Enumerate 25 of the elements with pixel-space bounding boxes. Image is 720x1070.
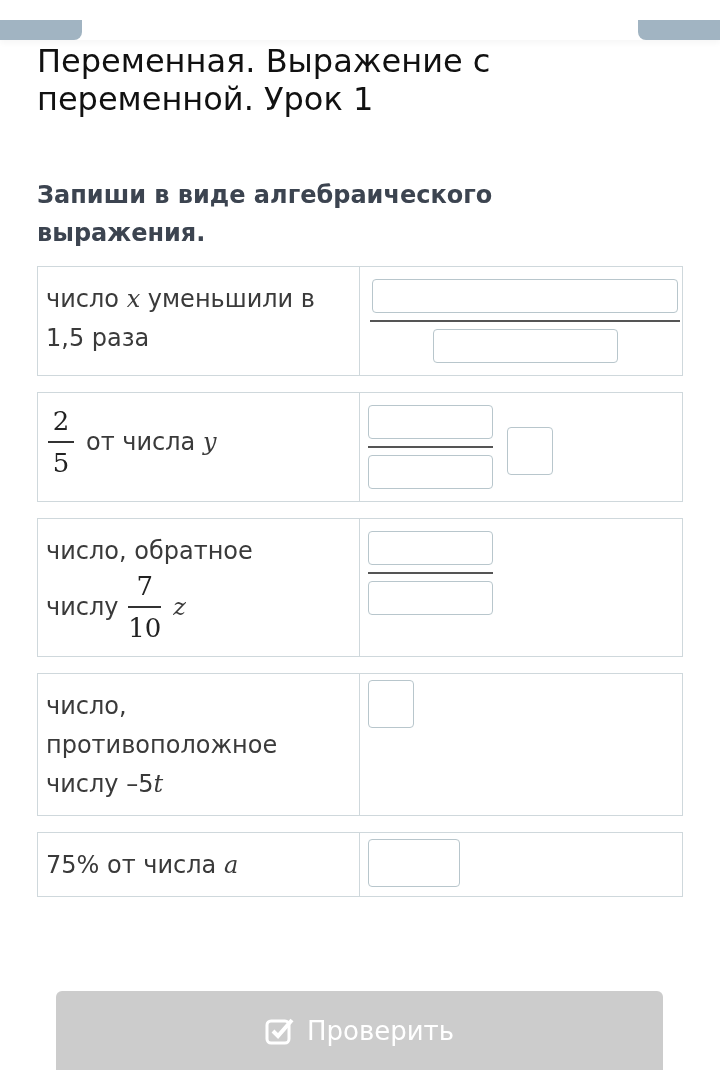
task-instruction: Запиши в виде алгебраического выражения. xyxy=(37,180,494,249)
task-text: z xyxy=(173,593,186,621)
checkbox-icon xyxy=(264,1016,295,1045)
task-text: число, обратное xyxy=(46,537,253,565)
answer-box[interactable] xyxy=(368,581,493,615)
task-text: числу xyxy=(46,593,119,621)
answer-box[interactable] xyxy=(368,531,493,565)
nav-button[interactable] xyxy=(638,20,720,40)
fraction-numerator: 2 xyxy=(52,405,70,437)
fraction-numerator: 7 xyxy=(136,570,153,602)
answer-box[interactable] xyxy=(432,329,618,363)
answer-box[interactable] xyxy=(372,279,678,313)
fraction-denominator: 10 xyxy=(128,612,162,644)
fraction-denominator: 5 xyxy=(52,447,70,479)
answer-box[interactable] xyxy=(368,839,460,887)
answer-box[interactable] xyxy=(368,455,493,489)
lesson-title: Переменная. Выражение с переменной. Урок 1 xyxy=(37,42,492,118)
task-text: число x уменьшили в 1,5 раза xyxy=(46,285,315,352)
answer-box[interactable] xyxy=(368,680,414,728)
task-text: число, противоположное числу –5t xyxy=(46,692,278,798)
task-text: 75% от числа a xyxy=(46,851,239,879)
answer-box[interactable] xyxy=(507,427,553,475)
task-text: от числа y xyxy=(86,428,217,456)
nav-button[interactable] xyxy=(0,20,82,40)
answer-box[interactable] xyxy=(368,405,493,439)
